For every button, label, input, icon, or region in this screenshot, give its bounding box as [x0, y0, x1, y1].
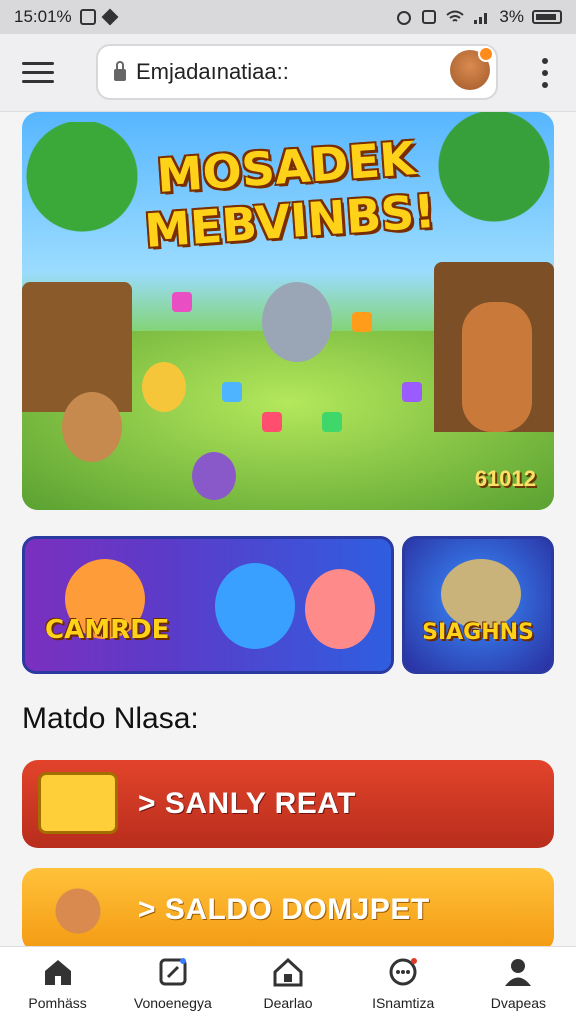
gem — [262, 412, 282, 432]
purple-character — [192, 452, 236, 500]
tab-label: Vonoenegya — [133, 995, 212, 1011]
game-cards: CAMRDE SIAGHNS — [22, 536, 554, 676]
fox-character — [462, 302, 532, 432]
wifi-icon — [446, 10, 465, 22]
coin-counter: 61012 — [474, 466, 536, 491]
cat-character — [441, 559, 521, 629]
gem — [172, 292, 192, 312]
battery-icon — [532, 10, 562, 24]
tab-label: Pomhäss — [28, 995, 87, 1011]
ticket-icon — [38, 772, 118, 834]
button-label: > SALDO DOMJPET — [138, 893, 430, 926]
alarm-icon — [397, 11, 412, 25]
card-label: SIAGHNS — [422, 620, 534, 645]
tab-label: Dvapeas — [490, 995, 547, 1011]
saldo-domjpet-button[interactable]: > SALDO DOMJPET — [22, 868, 554, 952]
hero-character — [262, 282, 332, 362]
home-icon — [44, 960, 71, 985]
app-bar: Emjadaınatiaa:: — [0, 34, 576, 112]
section-title: Matdo Nlasa: — [22, 702, 199, 735]
notification-dot — [478, 46, 494, 62]
status-bar: 15:01% 3% — [0, 0, 576, 34]
tab-label: ISnamtiza — [372, 995, 435, 1011]
hut-left — [22, 282, 132, 412]
pink-bear-character — [305, 569, 375, 649]
gem — [402, 382, 422, 402]
gallery-notification-icon — [79, 9, 96, 25]
button-label: > SANLY REAT — [138, 787, 357, 820]
gem — [322, 412, 342, 432]
house-icon — [273, 957, 303, 987]
diamond-notification-icon — [101, 8, 119, 26]
card-label: CAMRDE — [45, 615, 170, 645]
tab-label: Dearlao — [263, 995, 313, 1011]
chat-icon — [389, 958, 418, 986]
nfc-icon — [422, 10, 437, 24]
more-options-icon[interactable] — [542, 58, 548, 88]
search-bar-text: Emjadaınatiaa:: — [136, 59, 289, 84]
gem — [352, 312, 372, 332]
battery-percent: 3% — [499, 7, 524, 26]
tab-house[interactable]: Dearlao — [230, 947, 345, 1025]
bottom-nav: Pomhäss Vonoenegya Dearlao ISnamtiza Dva… — [0, 946, 576, 1025]
hero-banner[interactable]: MOSADEK MEBVINBS! 61012 — [22, 112, 554, 510]
fox-mascot-icon — [38, 880, 118, 942]
search-bar[interactable]: Emjadaınatiaa:: — [96, 44, 498, 100]
tab-profile[interactable]: Dvapeas — [461, 947, 576, 1025]
game-card-siaghns[interactable]: SIAGHNS — [402, 536, 554, 674]
bear-character — [62, 392, 122, 462]
status-time: 15:01% — [14, 7, 72, 26]
tab-chat[interactable]: ISnamtiza — [346, 947, 461, 1025]
yellow-character — [142, 362, 186, 412]
tab-home[interactable]: Pomhäss — [0, 947, 115, 1025]
lock-icon — [114, 61, 126, 81]
tab-edit[interactable]: Vonoenegya — [115, 947, 230, 1025]
game-card-camrde[interactable]: CAMRDE — [22, 536, 394, 674]
sanly-reat-button[interactable]: > SANLY REAT — [22, 760, 554, 848]
menu-icon[interactable] — [22, 62, 54, 84]
gem — [222, 382, 242, 402]
user-icon — [505, 959, 532, 986]
blue-bear-character — [215, 563, 295, 649]
edit-icon — [159, 958, 187, 986]
signal-icon — [474, 13, 488, 24]
